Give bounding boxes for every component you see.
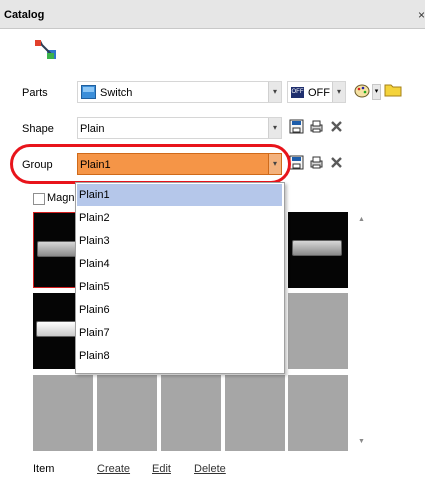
list-item[interactable]: Plain7 (77, 322, 282, 344)
list-item[interactable]: Plain4 (77, 253, 282, 275)
list-item[interactable]: Plain3 (77, 230, 282, 252)
shape-value: Plain (80, 123, 105, 135)
close-icon[interactable]: × (418, 8, 425, 22)
list-item[interactable]: Plain2 (77, 207, 282, 229)
delete-icon[interactable] (330, 156, 343, 169)
chevron-down-icon[interactable]: ▾ (332, 82, 345, 102)
thumbnail-item[interactable] (97, 375, 157, 451)
shape-select[interactable]: Plain ▾ (77, 117, 282, 139)
list-item[interactable]: Plain8 (77, 345, 282, 367)
magnify-label: Magni (47, 192, 77, 204)
chevron-down-icon[interactable]: ▾ (268, 82, 281, 102)
print-icon[interactable] (309, 155, 324, 170)
thumbnail-scrollbar[interactable]: ▲ ▼ (357, 212, 368, 452)
delete-link[interactable]: Delete (194, 463, 226, 475)
thumbnail-item[interactable] (33, 375, 93, 451)
group-highlight-callout (10, 144, 291, 184)
group-dropdown-list: Plain1 Plain2 Plain3 Plain4 Plain5 Plain… (75, 182, 285, 374)
shape-label: Shape (22, 123, 54, 135)
parts-label: Parts (22, 87, 48, 99)
list-item[interactable]: Plain6 (77, 299, 282, 321)
magnify-checkbox[interactable] (33, 193, 45, 205)
thumbnail-item[interactable] (288, 293, 348, 369)
palette-dropdown-icon[interactable]: ▾ (372, 84, 381, 100)
scroll-down-icon[interactable]: ▼ (358, 438, 365, 445)
switch-icon (81, 85, 96, 99)
print-icon[interactable] (309, 119, 324, 134)
edit-link[interactable]: Edit (152, 463, 171, 475)
thumbnail-item[interactable] (288, 212, 348, 288)
catalog-tool-icon[interactable] (34, 39, 56, 61)
folder-icon[interactable] (384, 82, 402, 98)
chevron-down-icon[interactable]: ▾ (268, 118, 281, 138)
list-item[interactable]: Plain1 (77, 184, 282, 206)
parts-state-value: OFF (308, 87, 330, 99)
save-icon[interactable] (289, 119, 304, 134)
list-item[interactable]: Plain5 (77, 276, 282, 298)
scroll-up-icon[interactable]: ▲ (358, 216, 365, 223)
create-link[interactable]: Create (97, 463, 130, 475)
title-bar: Catalog × (0, 0, 425, 29)
parts-state-select[interactable]: OFF OFF ▾ (287, 81, 346, 103)
item-label: Item (33, 463, 55, 475)
parts-select[interactable]: Switch ▾ (77, 81, 282, 103)
off-badge-icon: OFF (291, 87, 304, 98)
window-title: Catalog (4, 9, 45, 21)
save-icon[interactable] (289, 155, 304, 170)
thumbnail-item[interactable] (288, 375, 348, 451)
parts-value: Switch (100, 87, 133, 99)
delete-icon[interactable] (330, 120, 343, 133)
thumbnail-item[interactable] (225, 375, 285, 451)
palette-icon[interactable] (353, 82, 371, 100)
thumbnail-item[interactable] (161, 375, 221, 451)
